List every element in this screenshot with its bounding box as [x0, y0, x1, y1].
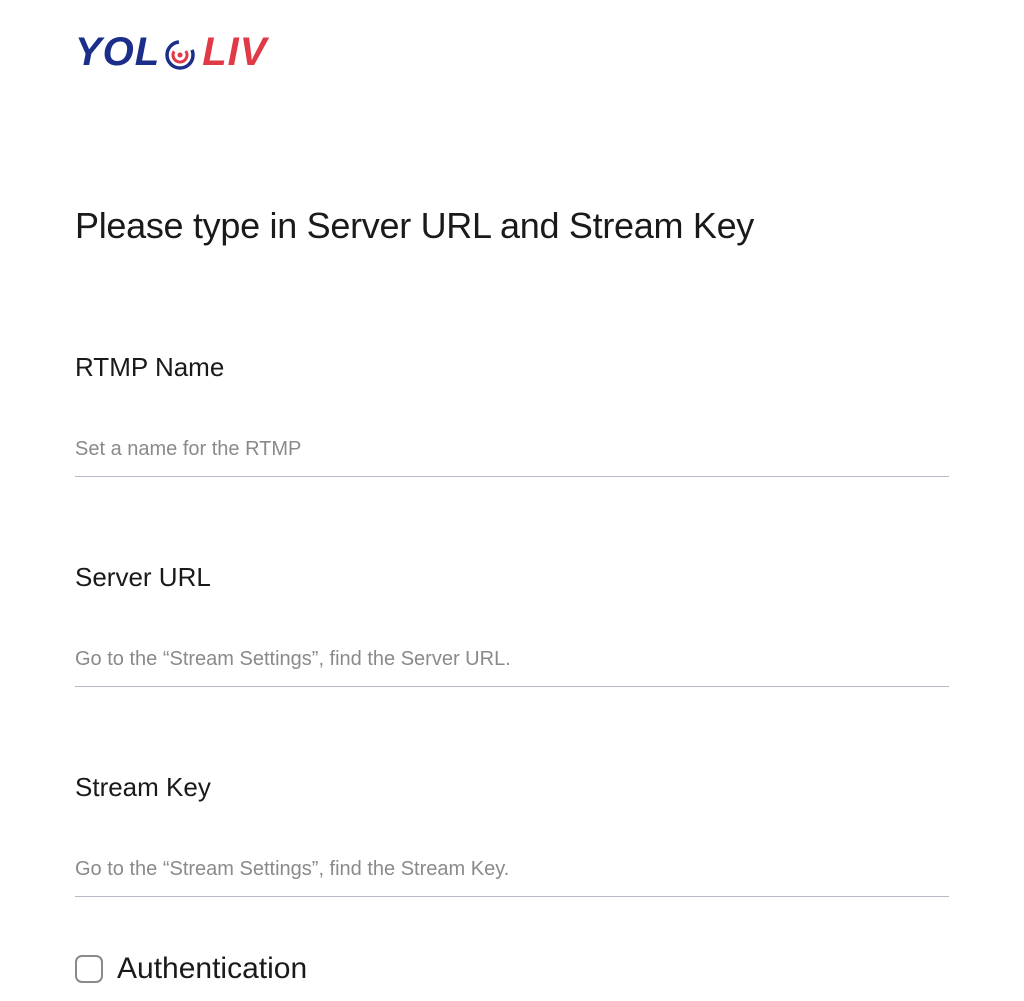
stream-key-label: Stream Key	[75, 772, 949, 803]
stream-key-group: Stream Key	[75, 772, 949, 897]
logo-text-liv: LIV	[202, 30, 267, 75]
rtmp-name-label: RTMP Name	[75, 352, 949, 383]
stream-key-input[interactable]	[75, 858, 949, 897]
server-url-group: Server URL	[75, 562, 949, 687]
logo-text-yol: YOL	[75, 30, 160, 75]
form-container: YOL LIV Please type in Server URL and St…	[0, 0, 1024, 986]
page-title: Please type in Server URL and Stream Key	[75, 205, 949, 247]
rtmp-name-input[interactable]	[75, 438, 949, 477]
server-url-label: Server URL	[75, 562, 949, 593]
authentication-checkbox[interactable]	[75, 955, 103, 983]
server-url-input[interactable]	[75, 648, 949, 687]
brand-logo: YOL LIV	[75, 30, 949, 75]
rtmp-name-group: RTMP Name	[75, 352, 949, 477]
authentication-label: Authentication	[117, 952, 307, 986]
authentication-row: Authentication	[75, 952, 949, 986]
target-icon	[162, 35, 198, 71]
